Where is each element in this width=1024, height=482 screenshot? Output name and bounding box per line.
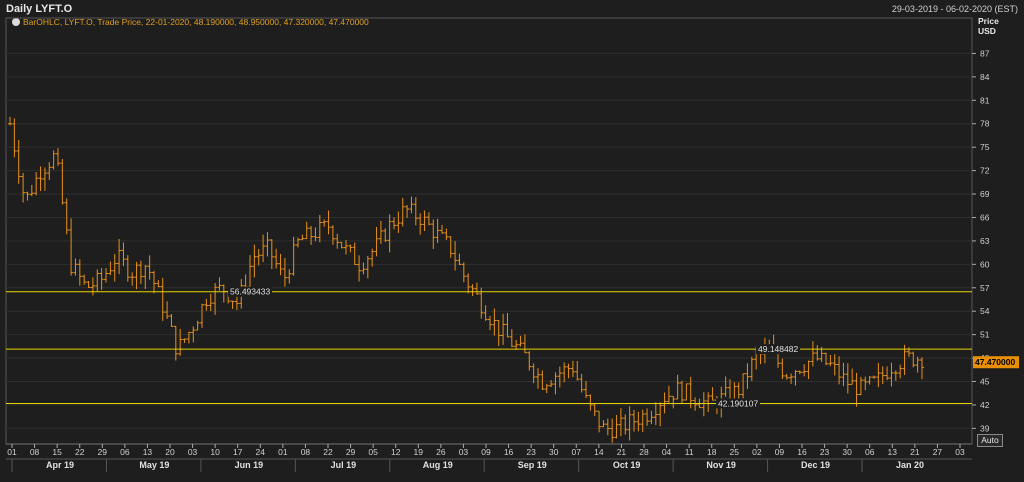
price-chart[interactable]: 3942454851545760636669727578818487010815… xyxy=(0,0,1024,482)
y-tick-label: 45 xyxy=(980,377,990,387)
month-label: Jun 19 xyxy=(235,460,264,470)
x-tick-label: 24 xyxy=(256,447,266,457)
x-tick-label: 16 xyxy=(797,447,807,457)
x-tick-label: 21 xyxy=(910,447,920,457)
x-tick-label: 19 xyxy=(414,447,424,457)
x-tick-label: 04 xyxy=(662,447,672,457)
x-tick-label: 06 xyxy=(865,447,875,457)
y-tick-label: 69 xyxy=(980,189,990,199)
month-label: Jan 20 xyxy=(896,460,924,470)
x-tick-label: 22 xyxy=(323,447,333,457)
auto-scale-button[interactable]: Auto xyxy=(977,434,1003,447)
x-tick-label: 18 xyxy=(707,447,717,457)
x-tick-label: 11 xyxy=(685,447,694,457)
x-tick-label: 27 xyxy=(933,447,943,457)
x-tick-label: 20 xyxy=(165,447,175,457)
x-tick-label: 23 xyxy=(820,447,830,457)
y-tick-label: 87 xyxy=(980,48,990,58)
x-tick-label: 29 xyxy=(98,447,108,457)
x-tick-label: 23 xyxy=(526,447,536,457)
x-tick-label: 10 xyxy=(210,447,220,457)
x-tick-label: 28 xyxy=(639,447,649,457)
y-tick-label: 39 xyxy=(980,423,990,433)
level-label: 49.148482 xyxy=(758,344,798,354)
x-tick-label: 09 xyxy=(775,447,785,457)
month-label: Apr 19 xyxy=(46,460,74,470)
x-tick-label: 13 xyxy=(888,447,898,457)
x-tick-label: 07 xyxy=(572,447,582,457)
x-tick-label: 13 xyxy=(143,447,153,457)
x-tick-label: 03 xyxy=(188,447,198,457)
month-label: Dec 19 xyxy=(801,460,830,470)
x-tick-label: 03 xyxy=(955,447,965,457)
x-tick-label: 03 xyxy=(459,447,469,457)
level-label: 42.190107 xyxy=(718,398,758,408)
y-tick-label: 84 xyxy=(980,72,990,82)
x-tick-label: 08 xyxy=(30,447,40,457)
y-tick-label: 51 xyxy=(980,330,990,340)
x-tick-label: 26 xyxy=(436,447,446,457)
x-tick-label: 05 xyxy=(368,447,378,457)
plot-border xyxy=(5,17,973,445)
month-label: Sep 19 xyxy=(518,460,547,470)
y-tick-label: 81 xyxy=(980,95,990,105)
chart-frame: Daily LYFT.O 29-03-2019 - 06-02-2020 (ES… xyxy=(0,0,1024,482)
x-tick-label: 25 xyxy=(730,447,740,457)
x-tick-label: 01 xyxy=(278,447,288,457)
x-tick-label: 09 xyxy=(481,447,491,457)
x-tick-label: 16 xyxy=(504,447,514,457)
month-label: May 19 xyxy=(139,460,169,470)
y-tick-label: 42 xyxy=(980,400,990,410)
x-tick-label: 21 xyxy=(617,447,627,457)
x-tick-label: 12 xyxy=(391,447,401,457)
x-tick-label: 30 xyxy=(842,447,852,457)
y-tick-label: 66 xyxy=(980,212,990,222)
x-tick-label: 30 xyxy=(549,447,559,457)
level-label: 56.493433 xyxy=(230,287,270,297)
x-tick-label: 14 xyxy=(594,447,604,457)
x-tick-label: 29 xyxy=(346,447,356,457)
y-tick-label: 60 xyxy=(980,259,990,269)
x-tick-label: 15 xyxy=(52,447,62,457)
x-tick-label: 02 xyxy=(752,447,762,457)
x-tick-label: 22 xyxy=(75,447,85,457)
y-tick-label: 63 xyxy=(980,236,990,246)
y-tick-label: 54 xyxy=(980,306,990,316)
y-tick-label: 75 xyxy=(980,142,990,152)
y-tick-label: 72 xyxy=(980,166,990,176)
last-price-label: 47.470000 xyxy=(975,357,1015,367)
x-tick-label: 01 xyxy=(7,447,17,457)
month-label: Aug 19 xyxy=(423,460,453,470)
y-tick-label: 78 xyxy=(980,119,990,129)
x-tick-label: 17 xyxy=(233,447,243,457)
x-tick-label: 08 xyxy=(301,447,311,457)
x-tick-label: 06 xyxy=(120,447,130,457)
month-label: Jul 19 xyxy=(331,460,357,470)
month-label: Oct 19 xyxy=(613,460,641,470)
y-tick-label: 57 xyxy=(980,283,990,293)
month-label: Nov 19 xyxy=(706,460,736,470)
